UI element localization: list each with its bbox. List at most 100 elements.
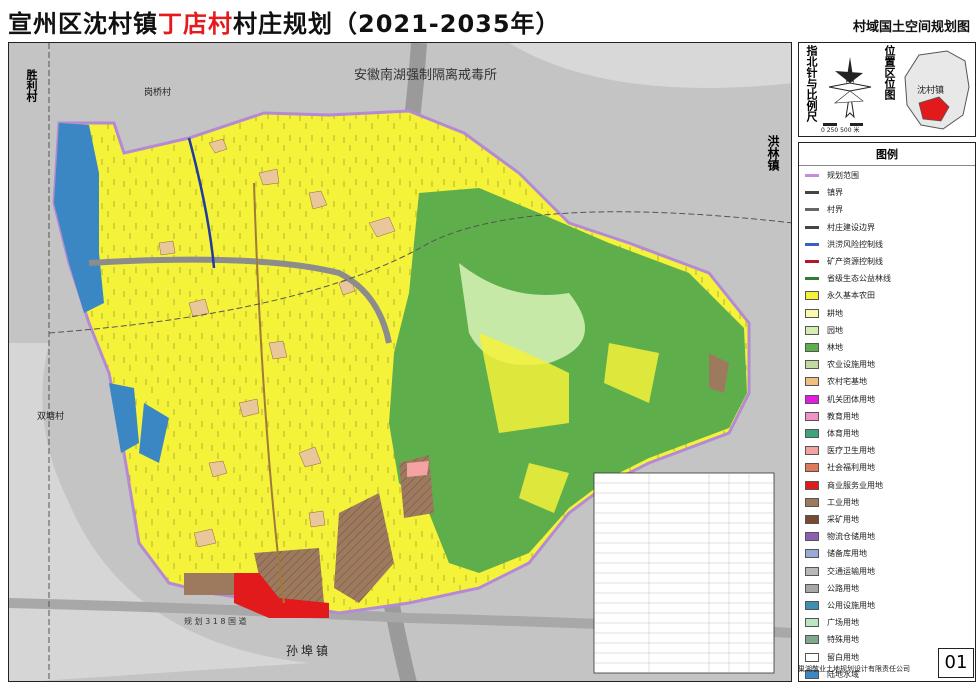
legend-fill-swatch xyxy=(805,463,819,473)
title-village: 丁店村 xyxy=(158,10,233,38)
company-name: 巢湖敬业土地规划设计有限责任公司 xyxy=(798,665,910,673)
legend-item: 特殊用地 xyxy=(805,631,859,648)
map-svg: 安徽南湖强制隔离戒毒所 岗桥村 双塘村 孙埠镇 规 划 3 1 8 国 道 xyxy=(9,43,791,681)
legend-fill-swatch xyxy=(805,635,819,645)
legend-item: 商业服务业用地 xyxy=(805,477,883,494)
compass-label: 指北针与比例尺 xyxy=(805,45,818,122)
legend-item: 公路用地 xyxy=(805,580,859,597)
legend-fill-swatch xyxy=(805,360,819,370)
locator-text: 沈村镇 xyxy=(917,84,944,96)
legend-line-swatch xyxy=(805,242,819,246)
legend-label: 矿产资源控制线 xyxy=(827,257,883,266)
legend-item: 体育用地 xyxy=(805,425,859,442)
location-label: 位置区位图 xyxy=(883,45,896,100)
legend-line-swatch xyxy=(805,260,819,263)
legend-label: 规划范围 xyxy=(827,171,859,180)
legend-item: 工业用地 xyxy=(805,494,859,511)
legend-label: 公用设施用地 xyxy=(827,601,875,610)
legend-fill-swatch xyxy=(805,618,819,628)
legend-fill-swatch xyxy=(805,377,819,387)
legend-fill-swatch xyxy=(805,446,819,456)
legend-label: 村庄建设边界 xyxy=(827,222,875,232)
legend-item: 农村宅基地 xyxy=(805,373,867,390)
legend-fill-swatch xyxy=(805,394,819,404)
legend-item: 洪涝风险控制线 xyxy=(805,236,883,253)
legend-item: 镇界 xyxy=(805,184,843,201)
legend-item: 永久基本农田 xyxy=(805,287,875,304)
legend-label: 教育用地 xyxy=(827,411,859,421)
legend-item: 物流仓储用地 xyxy=(805,528,875,545)
title-suffix: 村庄规划（2021-2035年） xyxy=(233,10,561,38)
legend-item: 广场用地 xyxy=(805,614,859,631)
label-gangqiao: 岗桥村 xyxy=(144,86,171,98)
label-shengli: 胜利村 xyxy=(25,69,38,102)
legend-item: 矿产资源控制线 xyxy=(805,253,883,270)
legend-title: 图例 xyxy=(799,143,975,166)
legend-item: 公用设施用地 xyxy=(805,597,875,614)
legend-item: 省级生态公益林线 xyxy=(805,270,891,287)
legend-label: 储备库用地 xyxy=(827,549,867,559)
legend-fill-swatch xyxy=(805,480,819,490)
locator-map: 沈村镇 xyxy=(904,50,970,130)
legend-fill-swatch xyxy=(805,601,819,610)
legend-item: 园地 xyxy=(805,322,843,339)
scale-text: 0 250 500 米 xyxy=(821,127,860,134)
map-title: 宣州区沈村镇丁店村村庄规划（2021-2035年） xyxy=(8,4,561,39)
legend-line-swatch xyxy=(805,174,819,177)
legend-label: 农业设施用地 xyxy=(827,360,875,370)
legend-label: 林地 xyxy=(827,343,843,352)
legend: 图例 规划范围镇界村界村庄建设边界 洪涝风险控制线 矿产资源控制线 省级生态公益林线永… xyxy=(798,142,976,682)
label-hongge: 洪林镇 xyxy=(766,135,780,171)
legend-line-swatch xyxy=(805,277,819,281)
legend-fill-swatch xyxy=(805,549,819,559)
legend-label: 耕地 xyxy=(827,308,843,318)
legend-item: 教育用地 xyxy=(805,408,859,425)
legend-item: 社会福利用地 xyxy=(805,459,875,476)
legend-label: 洪涝风险控制线 xyxy=(827,239,883,249)
map-subtitle: 村域国土空间规划图 xyxy=(852,20,970,35)
land-use-table xyxy=(593,472,775,674)
legend-item: 村庄建设边界 xyxy=(805,219,875,236)
legend-label: 镇界 xyxy=(827,188,843,198)
legend-fill-swatch xyxy=(805,515,819,524)
legend-item: 规划范围 xyxy=(805,167,859,184)
legend-item: 储备库用地 xyxy=(805,545,867,562)
legend-fill-swatch xyxy=(805,325,819,335)
label-sunbu: 孙埠镇 xyxy=(286,644,331,658)
legend-item: 机关团体用地 xyxy=(805,391,875,408)
legend-label: 省级生态公益林线 xyxy=(827,274,891,284)
legend-label: 工业用地 xyxy=(827,497,859,507)
map-canvas[interactable]: 安徽南湖强制隔离戒毒所 岗桥村 双塘村 孙埠镇 规 划 3 1 8 国 道 胜利… xyxy=(8,42,792,682)
legend-label: 园地 xyxy=(827,325,843,335)
legend-item: 采矿用地 xyxy=(805,511,859,528)
legend-label: 特殊用地 xyxy=(827,635,859,645)
legend-label: 社会福利用地 xyxy=(827,463,875,473)
legend-fill-swatch xyxy=(805,411,819,421)
legend-label: 商业服务业用地 xyxy=(827,480,883,490)
legend-fill-swatch xyxy=(805,532,819,542)
title-prefix: 宣州区沈村镇 xyxy=(8,10,158,38)
legend-label: 物流仓储用地 xyxy=(827,532,875,542)
legend-item: 交通运输用地 xyxy=(805,563,875,580)
legend-fill-swatch xyxy=(805,291,819,301)
label-drug-rehab: 安徽南湖强制隔离戒毒所 xyxy=(354,67,497,83)
legend-line-swatch xyxy=(805,225,819,229)
label-shuangtang: 双塘村 xyxy=(37,410,64,422)
north-arrow-icon xyxy=(823,57,877,126)
legend-item: 耕地 xyxy=(805,305,843,322)
legend-line-swatch xyxy=(805,208,819,212)
legend-item: 村界 xyxy=(805,201,843,218)
legend-label: 留白用地 xyxy=(827,652,859,662)
legend-item: 农业设施用地 xyxy=(805,356,875,373)
legend-fill-swatch xyxy=(805,652,819,662)
sheet-number: 01 xyxy=(938,648,974,678)
legend-label: 公路用地 xyxy=(827,583,859,593)
legend-label: 采矿用地 xyxy=(827,515,859,524)
legend-fill-swatch xyxy=(805,497,819,507)
legend-item: 医疗卫生用地 xyxy=(805,442,875,459)
legend-item: 林地 xyxy=(805,339,843,356)
legend-label: 村界 xyxy=(827,205,843,215)
legend-fill-swatch xyxy=(805,583,819,593)
legend-label: 体育用地 xyxy=(827,429,859,438)
legend-fill-swatch xyxy=(805,343,819,352)
